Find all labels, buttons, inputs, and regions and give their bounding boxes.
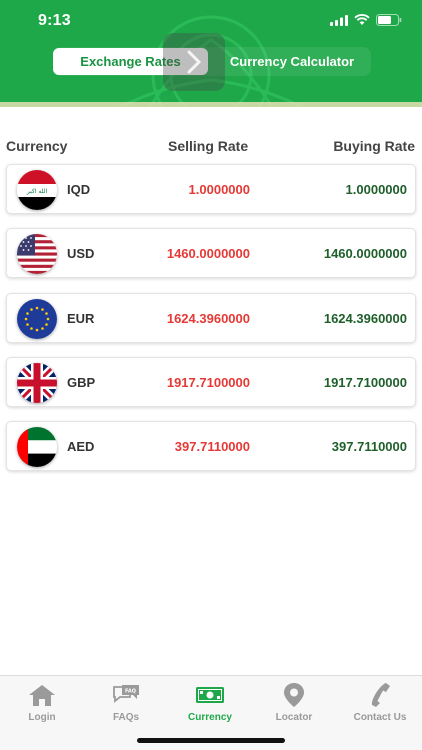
- selling-rate: 1.0000000: [188, 182, 250, 197]
- status-time: 9:13: [38, 12, 71, 29]
- selling-rate: 1624.3960000: [166, 310, 250, 326]
- segmented-control: Exchange Rates Currency Calculator: [53, 33, 371, 91]
- location-pin-icon: [279, 682, 309, 708]
- rate-row-aed[interactable]: AED 397.7110000 397.7110000: [6, 421, 416, 472]
- currency-code: AED: [67, 439, 95, 455]
- header: 9:13 Exchange Rates Currency Calculator: [0, 0, 422, 107]
- buying-rate: 1917.7100000: [323, 374, 407, 390]
- home-indicator[interactable]: [137, 738, 285, 743]
- rate-row-eur[interactable]: EUR 1624.3960000 1624.3960000: [6, 292, 416, 343]
- buying-rate: 1624.3960000: [323, 310, 407, 326]
- usa-flag-icon: [17, 234, 57, 275]
- selling-rate: 1917.7100000: [166, 374, 250, 390]
- eu-flag-icon: [17, 298, 57, 339]
- rates-list: الله اكبر IQD 1.0000000 1.0000000 USD 14…: [6, 164, 416, 485]
- status-icons: [330, 14, 402, 26]
- header-currency: Currency: [6, 138, 68, 154]
- tab-currency-calculator[interactable]: Currency Calculator: [213, 47, 371, 76]
- uae-flag-icon: [17, 427, 57, 468]
- currency-icon: [195, 682, 225, 708]
- header-buying-rate: Buying Rate: [333, 138, 415, 154]
- scroll-tabs-button[interactable]: [163, 33, 225, 91]
- uk-flag-icon: [17, 362, 57, 403]
- svg-text:الله اكبر: الله اكبر: [26, 188, 48, 195]
- battery-icon: [376, 14, 402, 26]
- tab-locator[interactable]: Locator: [252, 682, 336, 726]
- svg-text:FAQ: FAQ: [125, 689, 136, 695]
- currency-code: GBP: [67, 374, 96, 390]
- buying-rate: 1460.0000000: [323, 246, 407, 262]
- tab-label: Locator: [275, 712, 313, 723]
- chevron-right-icon: [187, 50, 202, 74]
- home-icon: [27, 682, 57, 708]
- tab-contact-us[interactable]: Contact Us: [338, 682, 422, 726]
- buying-rate: 1.0000000: [345, 182, 407, 197]
- currency-code: IQD: [67, 182, 91, 197]
- tab-label: Contact Us: [353, 712, 407, 723]
- rate-row-usd[interactable]: USD 1460.0000000 1460.0000000: [6, 228, 416, 279]
- currency-code: USD: [67, 246, 95, 262]
- tab-label: Login: [28, 712, 56, 723]
- tab-currency[interactable]: Currency: [168, 682, 252, 726]
- selling-rate: 397.7110000: [174, 439, 250, 455]
- phone-icon: [365, 682, 395, 708]
- wifi-icon: [354, 14, 370, 25]
- tab-label: Currency: [188, 712, 232, 723]
- tab-faqs[interactable]: FAQ FAQs: [84, 682, 168, 726]
- currency-code: EUR: [67, 310, 95, 326]
- table-header: Currency Selling Rate Buying Rate: [0, 138, 422, 158]
- iraq-flag-icon: الله اكبر: [17, 170, 57, 210]
- rate-row-gbp[interactable]: GBP 1917.7100000 1917.7100000: [6, 356, 416, 407]
- buying-rate: 397.7110000: [331, 439, 407, 455]
- rate-row-iqd[interactable]: الله اكبر IQD 1.0000000 1.0000000: [6, 164, 416, 214]
- faq-icon: FAQ: [111, 682, 141, 708]
- signal-icon: [330, 14, 348, 26]
- header-selling-rate: Selling Rate: [168, 138, 249, 154]
- tab-login[interactable]: Login: [0, 682, 84, 726]
- tab-label: FAQs: [112, 712, 140, 723]
- app-screen: 9:13 Exchange Rates Currency Calculator …: [0, 0, 422, 750]
- selling-rate: 1460.0000000: [166, 246, 250, 262]
